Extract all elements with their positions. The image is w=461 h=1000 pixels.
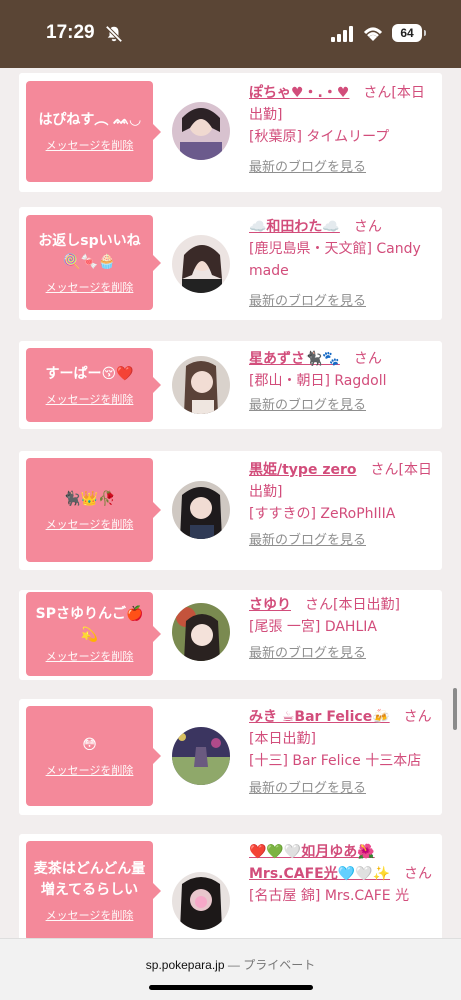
scrollbar[interactable] [453, 688, 457, 730]
cast-name-link[interactable]: 黒姫/type zero [249, 462, 357, 478]
latest-blog-link[interactable]: 最新のブログを見る [249, 530, 433, 552]
delete-message-link[interactable]: メッセージを削除 [46, 279, 134, 295]
message-text: 🐈‍⬛👑🥀 [63, 490, 116, 507]
cast-name-link[interactable]: ☁️和田わた☁️ [249, 219, 340, 235]
message-card: SPさゆりんご🍎 💫 メッセージを削除 さゆり さん[本日出勤] [尾張 一宮]… [19, 590, 442, 680]
status-time: 17:29 [46, 22, 95, 43]
cellular-signal-icon [331, 26, 353, 42]
latest-blog-link[interactable]: 最新のブログを見る [249, 778, 433, 800]
delete-message-link[interactable]: メッセージを削除 [46, 762, 134, 778]
shop-link[interactable]: [尾張 一宮] DAHLIA [249, 616, 433, 638]
cast-name-link[interactable]: さゆり [249, 597, 291, 613]
avatar[interactable] [172, 727, 230, 785]
home-indicator[interactable] [149, 985, 313, 990]
shop-link[interactable]: [名古屋 錦] Mrs.CAFE 光 [249, 885, 433, 907]
message-bubble: SPさゆりんご🍎 💫 メッセージを削除 [26, 592, 161, 676]
browser-bottom-bar: sp.pokepara.jp — プライベート [0, 938, 461, 1000]
status-bar: 17:29 64 [0, 0, 461, 68]
message-card: 🐈‍⬛👑🥀 メッセージを削除 黒姫/type zero さん[本日出勤] [すす… [19, 451, 442, 570]
shop-link[interactable]: [秋葉原] タイムリープ [249, 126, 433, 148]
delete-message-link[interactable]: メッセージを削除 [46, 648, 134, 664]
message-card: 😳 メッセージを削除 みき ☕Bar Felice🍻 さん [本日出勤] [十三]… [19, 699, 442, 815]
message-bubble: はぴねす︵ ᨐ◡ メッセージを削除 [26, 81, 161, 182]
avatar[interactable] [172, 356, 230, 414]
avatar[interactable] [172, 872, 230, 930]
url-domain: sp.pokepara.jp [145, 958, 225, 972]
shop-link[interactable]: [郡山・朝日] Ragdoll [249, 370, 433, 392]
message-text: はぴねす︵ ᨐ◡ [38, 112, 141, 128]
message-text: すーぱー😚❤️ [45, 365, 134, 382]
cast-info: みき ☕Bar Felice🍻 さん [本日出勤] [十三] Bar Felice… [249, 706, 433, 800]
message-bubble: 😳 メッセージを削除 [26, 706, 161, 806]
san-suffix: さん [353, 351, 382, 367]
san-suffix: さん [403, 709, 432, 725]
delete-message-link[interactable]: メッセージを削除 [46, 137, 134, 153]
latest-blog-link[interactable]: 最新のブログを見る [249, 643, 433, 665]
cast-name-link[interactable]: ぽちゃ♥・.・♥ [249, 85, 349, 101]
url-separator: — [224, 958, 244, 972]
latest-blog-link[interactable]: 最新のブログを見る [249, 395, 433, 417]
avatar[interactable] [172, 235, 230, 293]
message-text: SPさゆりんご🍎 💫 [35, 606, 144, 643]
avatar[interactable] [172, 603, 230, 661]
message-bubble: お返しspいいね 🍭🍬🧁 メッセージを削除 [26, 215, 161, 310]
san-suffix: さん [353, 219, 382, 235]
message-card: お返しspいいね 🍭🍬🧁 メッセージを削除 ☁️和田わた☁️ さん [鹿児島県・… [19, 207, 442, 320]
private-mode-label: プライベート [243, 958, 316, 972]
work-status: [本日出勤] [333, 597, 400, 613]
battery-icon: 64 [392, 24, 426, 42]
cast-name-link[interactable]: みき ☕Bar Felice🍻 [249, 709, 390, 725]
delete-message-link[interactable]: メッセージを削除 [46, 907, 134, 923]
san-suffix: さん [305, 597, 333, 613]
san-suffix: さん [404, 866, 433, 882]
work-status: [本日出勤] [249, 731, 316, 747]
message-card: すーぱー😚❤️ メッセージを削除 星あずさ🐈‍⬛🐾 さん [郡山・朝日] Rag… [19, 341, 442, 429]
latest-blog-link[interactable]: 最新のブログを見る [249, 157, 433, 179]
cast-info: ぽちゃ♥・.・♥ さん[本日出勤] [秋葉原] タイムリープ 最新のブログを見る [249, 82, 433, 179]
avatar[interactable] [172, 481, 230, 539]
delete-message-link[interactable]: メッセージを削除 [46, 516, 134, 532]
cast-info: さゆり さん[本日出勤] [尾張 一宮] DAHLIA 最新のブログを見る [249, 594, 433, 665]
message-bubble: 🐈‍⬛👑🥀 メッセージを削除 [26, 458, 161, 562]
cast-info: 星あずさ🐈‍⬛🐾 さん [郡山・朝日] Ragdoll 最新のブログを見る [249, 348, 433, 417]
shop-link[interactable]: [十三] Bar Felice 十三本店 [249, 750, 433, 772]
wifi-icon [363, 27, 383, 41]
message-text: お返しspいいね 🍭🍬🧁 [38, 232, 141, 270]
message-text: 麦茶はどんどん量増えてるらしい [33, 861, 146, 898]
shop-link[interactable]: [すすきの] ZeRoPhIlIA [249, 503, 433, 525]
address-bar[interactable]: sp.pokepara.jp — プライベート [0, 956, 461, 973]
san-suffix: さん [363, 85, 392, 101]
message-bubble: すーぱー😚❤️ メッセージを削除 [26, 348, 161, 422]
cast-info: ❤️💚🤍如月ゆあ🌺Mrs.CAFE光🩵🤍✨ さん [名古屋 錦] Mrs.CAF… [249, 841, 433, 907]
message-bubble: 麦茶はどんどん量増えてるらしい メッセージを削除 [26, 841, 161, 941]
avatar[interactable] [172, 102, 230, 160]
san-suffix: さん [370, 462, 399, 478]
bell-muted-icon [105, 25, 123, 43]
message-text: 😳 [82, 736, 97, 753]
message-card: はぴねす︵ ᨐ◡ メッセージを削除 ぽちゃ♥・.・♥ さん[本日出勤] [秋葉原… [19, 73, 442, 192]
delete-message-link[interactable]: メッセージを削除 [46, 391, 134, 407]
shop-link[interactable]: [鹿児島県・天文館] Candy made [249, 238, 433, 282]
cast-info: 黒姫/type zero さん[本日出勤] [すすきの] ZeRoPhIlIA … [249, 459, 433, 552]
cast-name-link[interactable]: 星あずさ🐈‍⬛🐾 [249, 351, 340, 367]
cast-info: ☁️和田わた☁️ さん [鹿児島県・天文館] Candy made 最新のブログ… [249, 216, 433, 313]
cast-name-link[interactable]: ❤️💚🤍如月ゆあ🌺Mrs.CAFE光🩵🤍✨ [249, 844, 390, 882]
latest-blog-link[interactable]: 最新のブログを見る [249, 291, 433, 313]
